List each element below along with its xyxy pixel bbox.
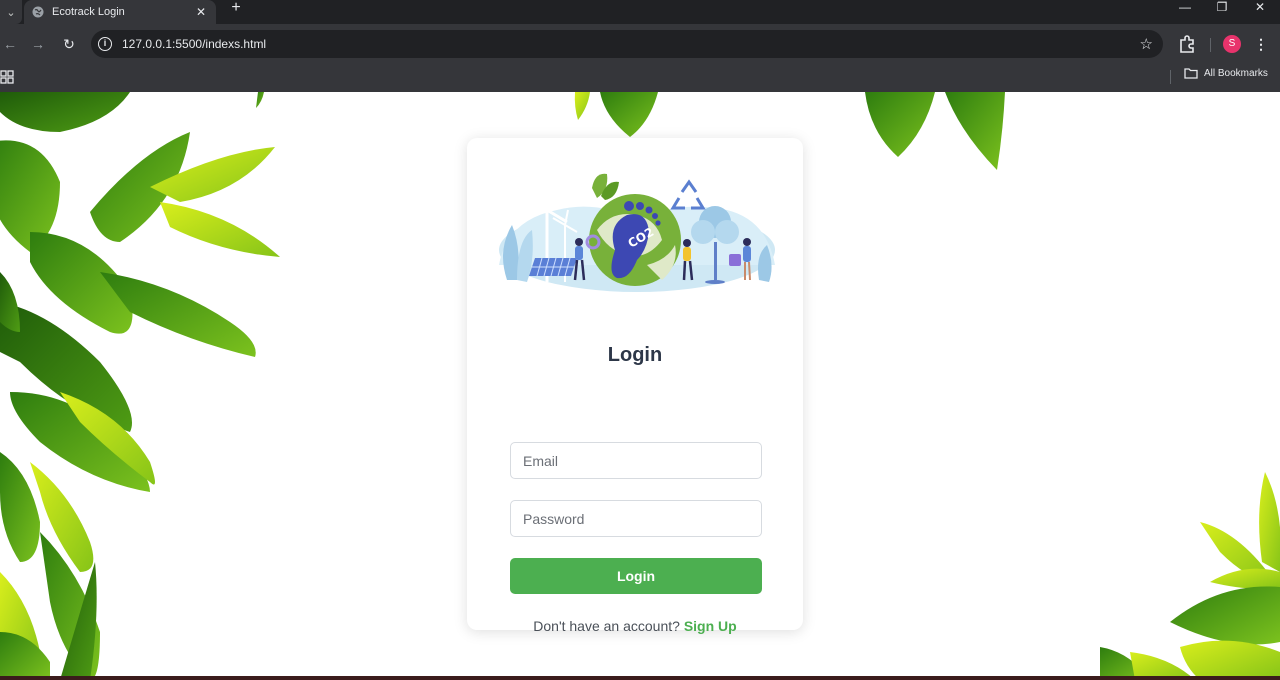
browser-toolbar: ← → ↻ i 127.0.0.1:5500/indexs.html ☆ S ⋮ bbox=[0, 24, 1280, 64]
folder-icon bbox=[1184, 68, 1198, 79]
avatar[interactable]: S bbox=[1223, 35, 1241, 53]
star-icon[interactable]: ☆ bbox=[1140, 35, 1153, 53]
globe-icon bbox=[32, 6, 44, 18]
reload-icon[interactable]: ↻ bbox=[59, 34, 79, 54]
signup-prompt-text: Don't have an account? bbox=[533, 618, 680, 634]
tab-search-icon[interactable]: ⌄ bbox=[0, 0, 22, 24]
info-icon[interactable]: i bbox=[98, 37, 112, 51]
toolbar-divider bbox=[1210, 38, 1211, 52]
bookmarks-bar: All Bookmarks bbox=[0, 64, 1280, 92]
back-icon[interactable]: ← bbox=[0, 34, 20, 54]
login-button[interactable]: Login bbox=[510, 558, 762, 594]
email-field[interactable] bbox=[510, 442, 762, 479]
all-bookmarks-button[interactable]: All Bookmarks bbox=[1184, 68, 1268, 79]
page-bottom-edge bbox=[0, 676, 1280, 680]
signup-prompt: Don't have an account? Sign Up bbox=[467, 618, 803, 634]
restore-icon[interactable]: ❐ bbox=[1207, 0, 1237, 16]
signup-link[interactable]: Sign Up bbox=[684, 618, 737, 634]
more-icon[interactable]: ⋮ bbox=[1254, 34, 1268, 54]
tab-strip: ⌄ Ecotrack Login ✕ + — ❐ ✕ bbox=[0, 0, 1280, 24]
address-bar[interactable]: i 127.0.0.1:5500/indexs.html ☆ bbox=[91, 30, 1163, 58]
forward-icon[interactable]: → bbox=[28, 34, 48, 54]
login-heading: Login bbox=[607, 344, 663, 366]
tab-title: Ecotrack Login bbox=[52, 6, 125, 18]
browser-tab[interactable]: Ecotrack Login ✕ bbox=[24, 0, 216, 24]
password-field[interactable] bbox=[510, 500, 762, 537]
eco-illustration: CO2 bbox=[499, 173, 775, 292]
extensions-icon[interactable] bbox=[1178, 34, 1196, 54]
apps-icon[interactable] bbox=[0, 70, 14, 84]
bookmarks-divider bbox=[1170, 70, 1171, 84]
url-text[interactable]: 127.0.0.1:5500/indexs.html bbox=[122, 37, 266, 51]
page-viewport: CO2 Login Email Login Don't have an acco… bbox=[0, 92, 1280, 680]
close-icon[interactable]: ✕ bbox=[194, 5, 208, 19]
minimize-icon[interactable]: — bbox=[1170, 0, 1200, 16]
login-card: CO2 Login Email Login Don't have an acco… bbox=[467, 138, 803, 634]
all-bookmarks-label: All Bookmarks bbox=[1204, 68, 1268, 79]
close-window-icon[interactable]: ✕ bbox=[1245, 0, 1275, 16]
plus-icon[interactable]: + bbox=[228, 0, 244, 24]
